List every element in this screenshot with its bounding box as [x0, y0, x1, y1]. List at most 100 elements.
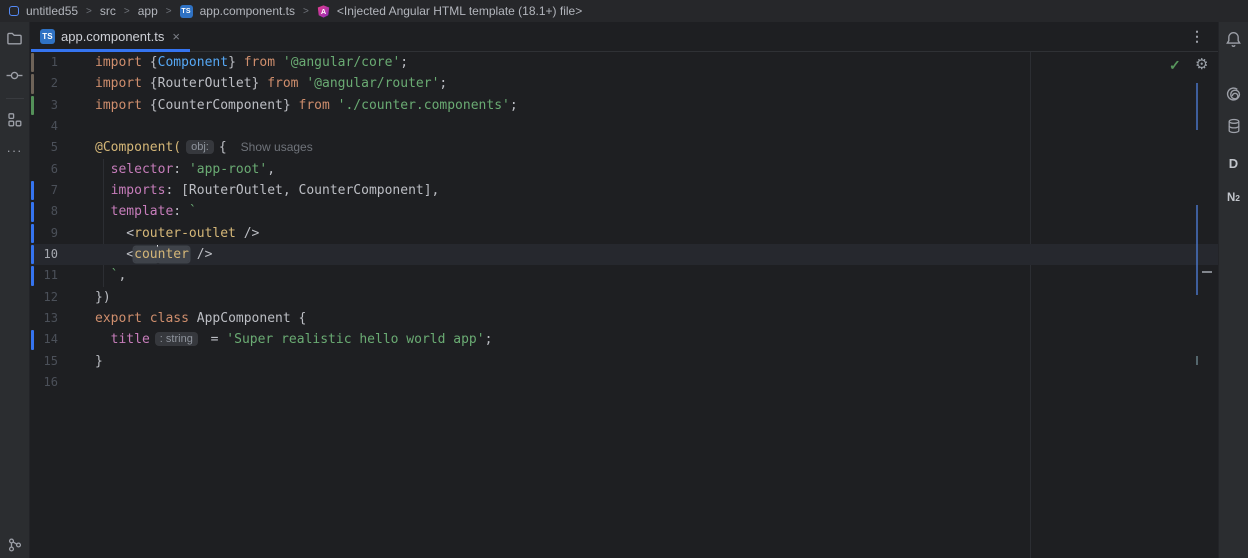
- code-token: from: [267, 76, 298, 91]
- inlay-hint: : string: [155, 332, 198, 346]
- code-token: cou: [134, 247, 157, 262]
- code-token: =: [203, 332, 226, 347]
- code-line[interactable]: 5 @Component(obj:{Show usages: [31, 137, 1218, 158]
- code-line[interactable]: 13export class AppComponent {: [31, 308, 1218, 329]
- code-line[interactable]: 4: [31, 116, 1218, 137]
- code-line[interactable]: 3import {CounterComponent} from './count…: [31, 95, 1218, 116]
- typescript-icon: TS: [180, 5, 193, 18]
- line-number: 15: [31, 351, 58, 372]
- code-line[interactable]: 10 <counter />: [31, 244, 1218, 265]
- line-number: 16: [31, 372, 58, 393]
- version-control-button[interactable]: [3, 533, 27, 557]
- line-number: 12: [31, 287, 58, 308]
- ai-assistant-icon: [1225, 86, 1242, 103]
- line-number: 6: [31, 159, 58, 180]
- code-line[interactable]: 11 `,: [31, 265, 1218, 286]
- code-text: }): [95, 287, 111, 308]
- breadcrumb-item-src[interactable]: src: [100, 4, 116, 18]
- project-toolwindow-button[interactable]: [3, 26, 27, 50]
- code-token: {CounterComponent}: [142, 98, 299, 113]
- code-line[interactable]: 9 <router-outlet />: [31, 223, 1218, 244]
- angular-icon: A: [317, 5, 330, 18]
- tab-label: app.component.ts: [61, 29, 164, 44]
- tab-app-component-ts[interactable]: TS app.component.ts ×: [31, 22, 190, 51]
- commit-toolwindow-button[interactable]: [3, 63, 27, 87]
- code-token: class: [150, 311, 189, 326]
- bell-icon: [1225, 31, 1242, 48]
- code-text: import {Component} from '@angular/core';: [95, 52, 408, 73]
- code-token: from: [244, 55, 275, 70]
- code-token: [142, 311, 150, 326]
- code-token: {: [142, 55, 158, 70]
- code-token: {RouterOutlet}: [142, 76, 267, 91]
- close-icon[interactable]: ×: [172, 29, 180, 44]
- inspections-ok-icon[interactable]: ✓: [1169, 57, 1181, 74]
- breadcrumb-item-project[interactable]: untitled55: [26, 4, 78, 18]
- code-text: template: `: [95, 201, 197, 222]
- code-token: selector: [111, 162, 174, 177]
- show-usages-lens[interactable]: Show usages: [241, 140, 313, 154]
- chevron-right-icon: >: [85, 6, 93, 17]
- code-token: : [RouterOutlet, CounterComponent],: [165, 183, 439, 198]
- code-token: <: [95, 226, 134, 241]
- breadcrumb-item-file[interactable]: app.component.ts: [200, 4, 295, 18]
- scrollbar-caret-mark: [1202, 271, 1212, 273]
- tab-options-menu-button[interactable]: ⋮: [1190, 22, 1204, 51]
- code-token: :: [173, 204, 189, 219]
- line-number: 10: [31, 244, 58, 265]
- line-number: 7: [31, 180, 58, 201]
- code-token: ,: [118, 268, 126, 283]
- documentation-button[interactable]: D: [1222, 151, 1246, 175]
- structure-toolwindow-button[interactable]: [3, 108, 27, 132]
- code-text: <router-outlet />: [95, 223, 259, 244]
- code-line[interactable]: 12}): [31, 287, 1218, 308]
- code-token: router-outlet: [134, 226, 236, 241]
- scrollbar-change-mark: [1196, 83, 1198, 130]
- code-text: <counter />: [95, 244, 212, 265]
- code-text: import {RouterOutlet} from '@angular/rou…: [95, 73, 447, 94]
- code-token: ;: [510, 98, 518, 113]
- nx-console-button[interactable]: N2: [1222, 186, 1246, 210]
- nx-icon: N2: [1227, 192, 1240, 204]
- breadcrumb-item-injected-template[interactable]: <Injected Angular HTML template (18.1+) …: [337, 4, 582, 18]
- svg-text:A: A: [321, 7, 327, 16]
- structure-icon: [7, 112, 23, 128]
- code-token: '@angular/core': [283, 55, 400, 70]
- branch-icon: [7, 537, 23, 553]
- editor-lines: 1 import {Component} from '@angular/core'…: [31, 52, 1218, 394]
- line-number: 9: [31, 223, 58, 244]
- gear-icon[interactable]: ⚙: [1195, 55, 1208, 73]
- code-token: }: [95, 354, 103, 369]
- code-token: import: [95, 55, 142, 70]
- code-line[interactable]: 8 template: `: [31, 201, 1218, 222]
- code-text: @Component(obj:{Show usages: [95, 137, 313, 158]
- code-line[interactable]: 16: [31, 372, 1218, 393]
- database-button[interactable]: [1222, 114, 1246, 138]
- line-number: 8: [31, 201, 58, 222]
- line-number: 5: [31, 137, 58, 158]
- code-token: './counter.components': [338, 98, 510, 113]
- ai-assistant-button[interactable]: [1222, 82, 1246, 106]
- code-token: [95, 268, 111, 283]
- code-line[interactable]: 2import {RouterOutlet} from '@angular/ro…: [31, 73, 1218, 94]
- code-line[interactable]: 14 title: string = 'Super realistic hell…: [31, 329, 1218, 350]
- code-line[interactable]: 15}: [31, 351, 1218, 372]
- commit-icon: [6, 67, 23, 84]
- code-token: import: [95, 98, 142, 113]
- project-icon: [9, 6, 19, 16]
- left-toolwindow-stripe: ···: [0, 22, 30, 558]
- code-token: <: [95, 247, 134, 262]
- code-token: }): [95, 290, 111, 305]
- code-line[interactable]: 7 imports: [RouterOutlet, CounterCompone…: [31, 180, 1218, 201]
- breadcrumb-item-app[interactable]: app: [138, 4, 158, 18]
- more-toolwindows-button[interactable]: ···: [3, 139, 27, 163]
- notifications-button[interactable]: [1222, 27, 1246, 51]
- code-line[interactable]: 6 selector: 'app-root',: [31, 159, 1218, 180]
- code-line[interactable]: 1 import {Component} from '@angular/core'…: [31, 52, 1218, 73]
- code-text: title: string = 'Super realistic hello w…: [95, 329, 492, 350]
- line-number: 4: [31, 116, 58, 137]
- line-number: 1: [31, 52, 58, 73]
- more-icon: ···: [7, 148, 23, 154]
- editor[interactable]: 1 import {Component} from '@angular/core'…: [31, 52, 1218, 558]
- code-token: ;: [485, 332, 493, 347]
